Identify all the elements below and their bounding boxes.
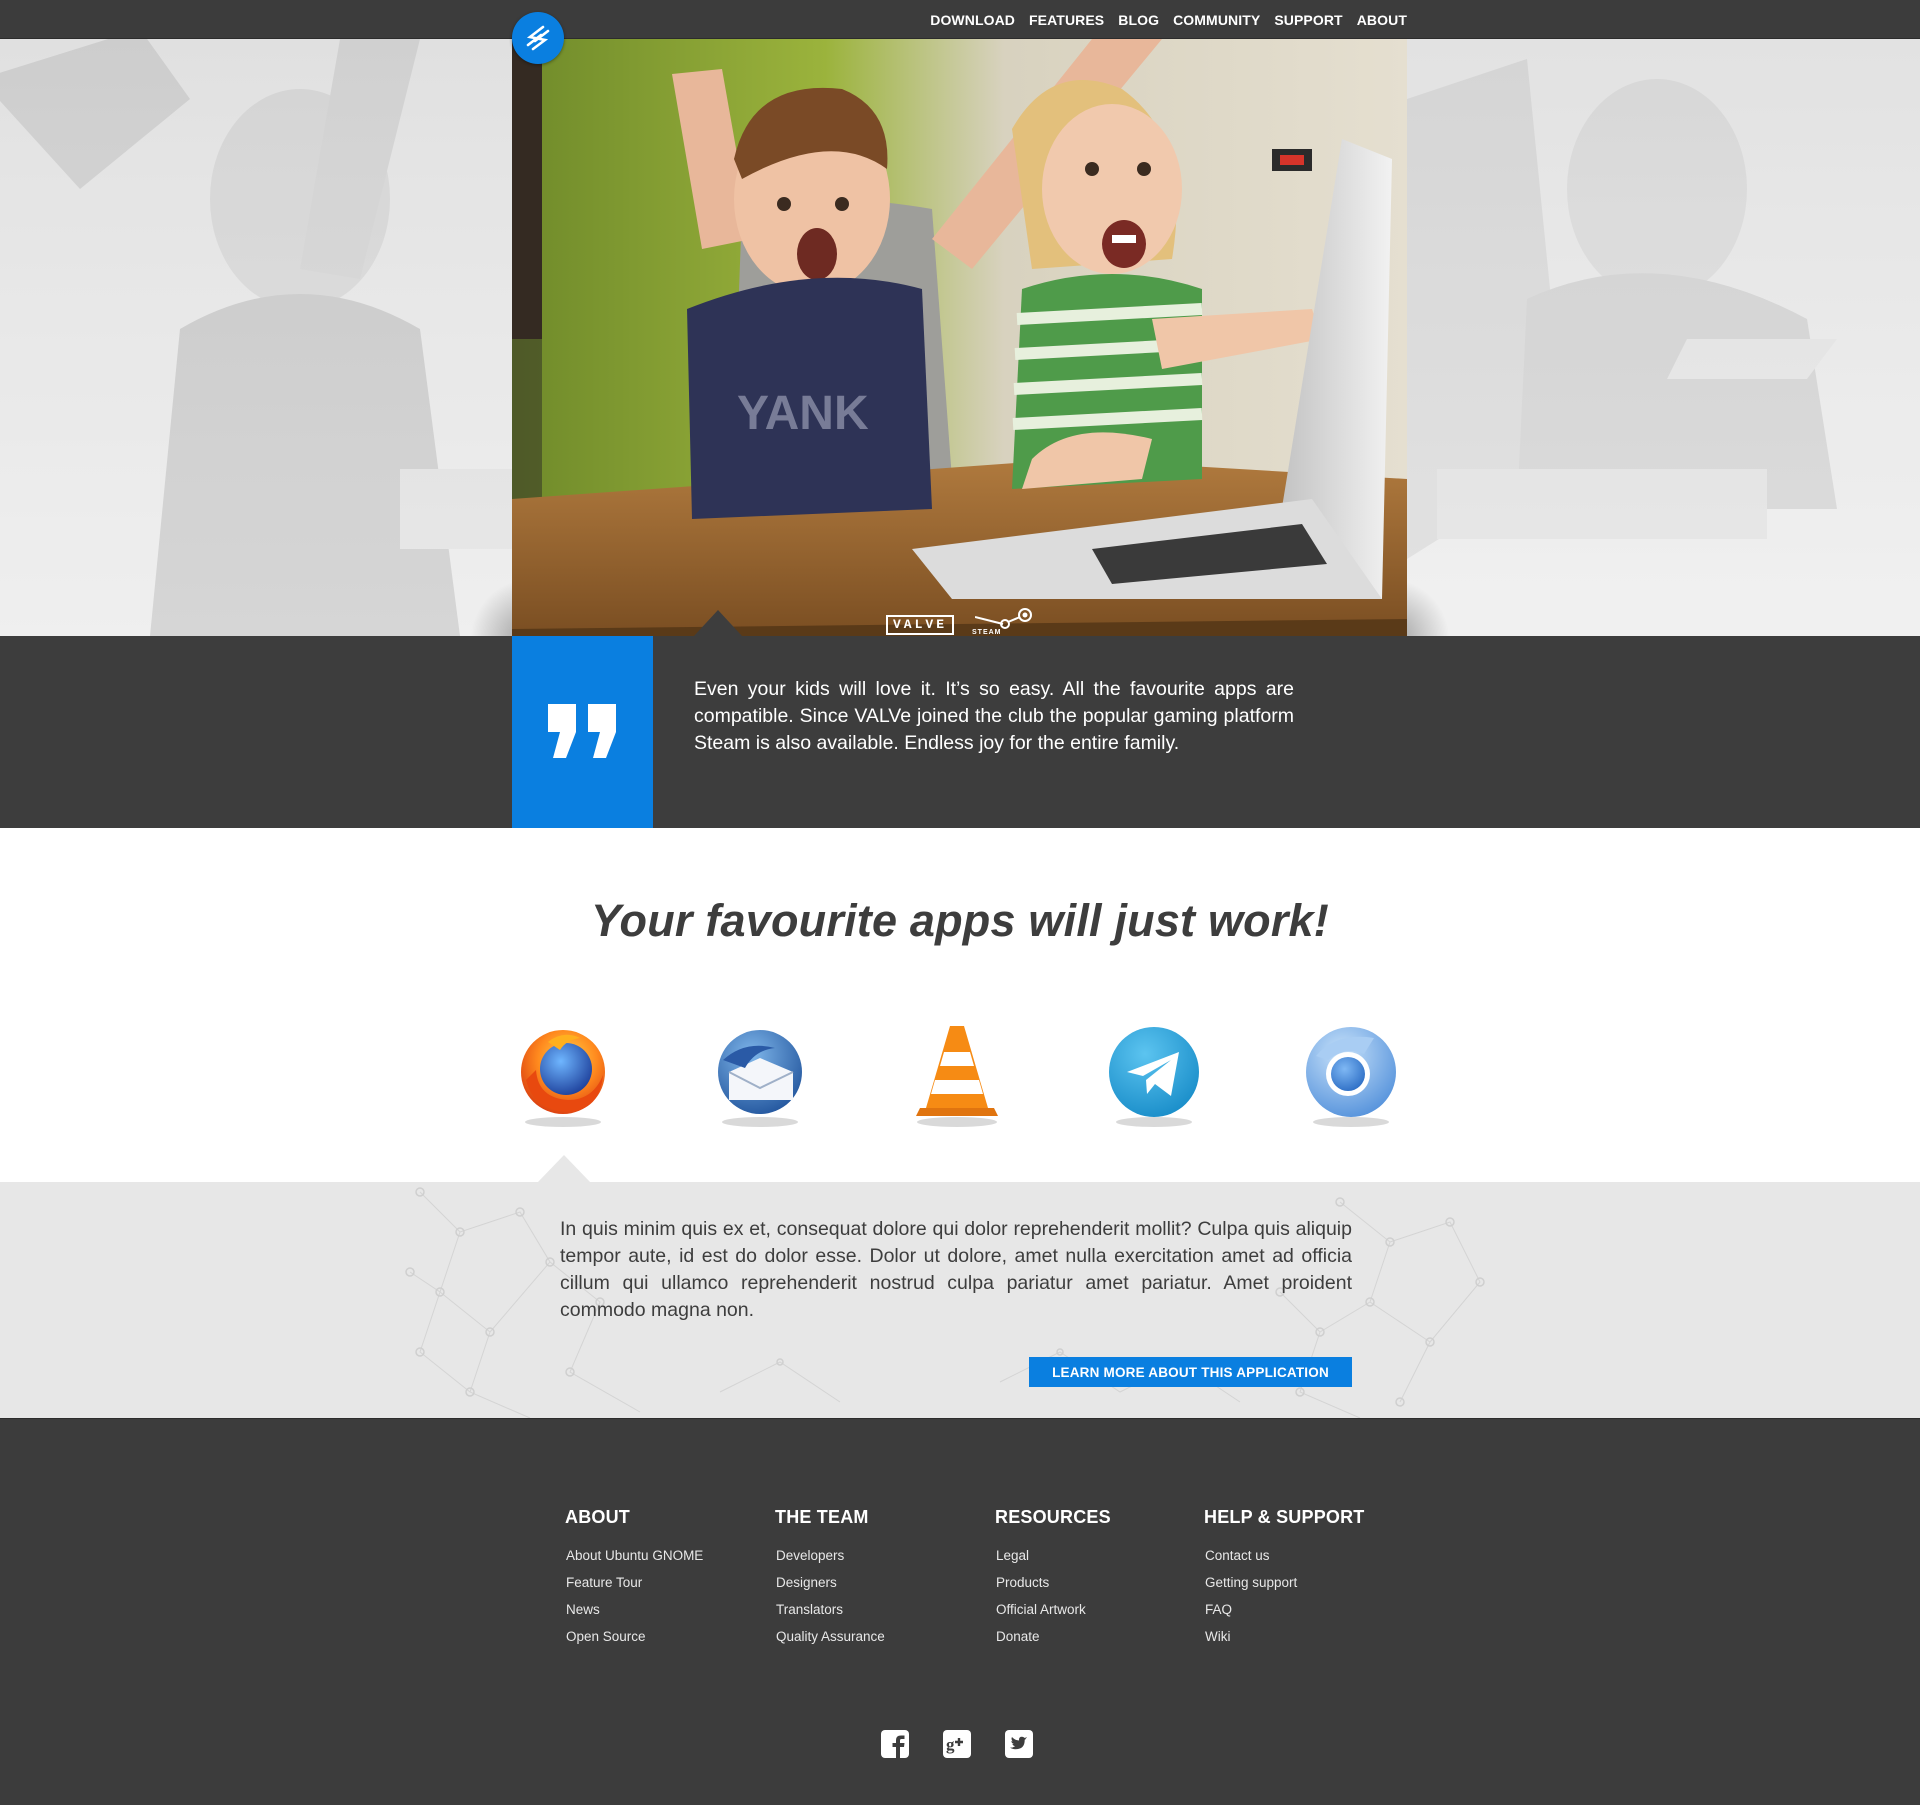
steam-logo-icon xyxy=(975,608,1032,629)
quote-pointer xyxy=(694,610,742,636)
footer-column-about: ABOUT About Ubuntu GNOME Feature Tour Ne… xyxy=(565,1507,703,1650)
quote-icon xyxy=(547,704,616,758)
hero-ghost-left xyxy=(0,39,512,636)
nav-links: DOWNLOAD FEATURES BLOG COMMUNITY SUPPORT… xyxy=(930,0,1407,39)
testimonial-band: Even your kids will love it. It’s so eas… xyxy=(0,636,1920,828)
nav-features[interactable]: FEATURES xyxy=(1029,12,1104,28)
facebook-icon[interactable] xyxy=(880,1729,910,1759)
footer-link[interactable]: About Ubuntu GNOME xyxy=(565,1542,703,1569)
nav-community[interactable]: COMMUNITY xyxy=(1173,12,1260,28)
vlc-icon[interactable] xyxy=(902,1020,1012,1130)
nav-support[interactable]: SUPPORT xyxy=(1274,12,1342,28)
hero-photo: YANK xyxy=(512,39,1407,636)
footer-link[interactable]: Feature Tour xyxy=(565,1569,703,1596)
testimonial-text: Even your kids will love it. It’s so eas… xyxy=(694,678,1294,754)
top-nav: DOWNLOAD FEATURES BLOG COMMUNITY SUPPORT… xyxy=(0,0,1920,39)
footer-link[interactable]: Products xyxy=(995,1569,1111,1596)
app-description-text: In quis minim quis ex et, consequat dolo… xyxy=(560,1218,1352,1321)
app-icon-row xyxy=(0,1020,1920,1130)
nav-blog[interactable]: BLOG xyxy=(1118,12,1159,28)
valve-logo: VALVE xyxy=(886,615,955,635)
thunderbird-icon[interactable] xyxy=(705,1020,815,1130)
logo-icon[interactable] xyxy=(512,12,564,64)
footer-heading: THE TEAM xyxy=(775,1507,869,1527)
svg-text:g: g xyxy=(946,1735,955,1754)
learn-more-button[interactable]: LEARN MORE ABOUT THIS APPLICATION xyxy=(1029,1357,1352,1387)
footer-link[interactable]: Legal xyxy=(995,1542,1111,1569)
steam-logo-label: STEAM xyxy=(972,629,1002,636)
footer-column-help: HELP & SUPPORT Contact us Getting suppor… xyxy=(1204,1507,1365,1650)
apps-heading: Your favourite apps will just work! xyxy=(591,895,1329,946)
google-plus-icon[interactable]: g xyxy=(942,1729,972,1759)
footer-link[interactable]: Contact us xyxy=(1204,1542,1365,1569)
footer-link[interactable]: Donate xyxy=(995,1623,1111,1650)
footer-column-team: THE TEAM Developers Designers Translator… xyxy=(775,1507,885,1650)
footer-link[interactable]: Developers xyxy=(775,1542,885,1569)
hero-slider: YANK VALVE STEAM xyxy=(0,39,1920,636)
footer-link[interactable]: Designers xyxy=(775,1569,885,1596)
footer-heading: RESOURCES xyxy=(995,1507,1111,1527)
nav-download[interactable]: DOWNLOAD xyxy=(930,12,1015,28)
footer-link[interactable]: Quality Assurance xyxy=(775,1623,885,1650)
nav-about[interactable]: ABOUT xyxy=(1357,12,1407,28)
chromium-icon[interactable] xyxy=(1296,1020,1406,1130)
footer-heading: HELP & SUPPORT xyxy=(1204,1507,1365,1527)
footer-link[interactable]: Wiki xyxy=(1204,1623,1365,1650)
logo-mark xyxy=(526,25,550,51)
footer-heading: ABOUT xyxy=(565,1507,630,1527)
telegram-icon[interactable] xyxy=(1099,1020,1209,1130)
footer-link[interactable]: Open Source xyxy=(565,1623,703,1650)
svg-text:YANK: YANK xyxy=(737,387,869,440)
hero-ghost-right xyxy=(1407,39,1920,636)
quote-mark-box xyxy=(512,636,653,828)
app-pointer xyxy=(538,1155,590,1182)
footer: ABOUT About Ubuntu GNOME Feature Tour Ne… xyxy=(0,1418,1920,1805)
footer-link[interactable]: Official Artwork xyxy=(995,1596,1111,1623)
firefox-icon[interactable] xyxy=(508,1020,618,1130)
app-description-band: In quis minim quis ex et, consequat dolo… xyxy=(0,1182,1920,1418)
footer-column-resources: RESOURCES Legal Products Official Artwor… xyxy=(995,1507,1111,1650)
twitter-icon[interactable] xyxy=(1004,1729,1034,1759)
footer-link[interactable]: FAQ xyxy=(1204,1596,1365,1623)
footer-link[interactable]: Getting support xyxy=(1204,1569,1365,1596)
footer-link[interactable]: News xyxy=(565,1596,703,1623)
footer-link[interactable]: Translators xyxy=(775,1596,885,1623)
